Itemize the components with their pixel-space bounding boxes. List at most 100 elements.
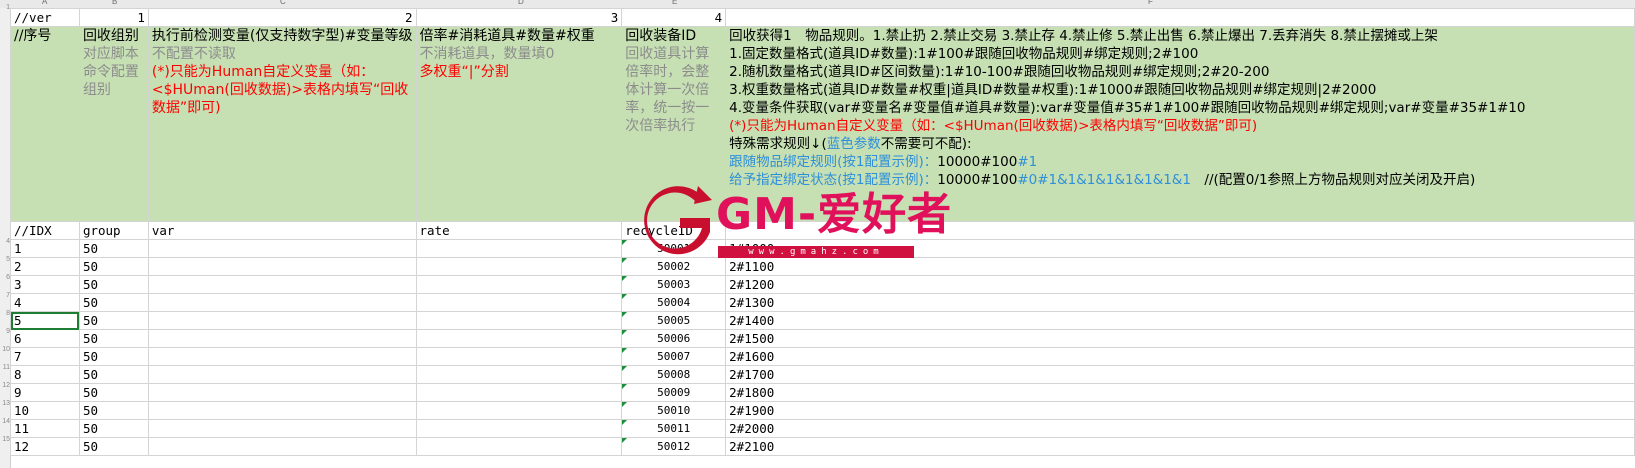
cell-reward[interactable]: 2#1400	[725, 311, 1635, 330]
row-number[interactable]: 13	[0, 400, 10, 407]
cell-recycle[interactable]: 50009	[621, 383, 727, 402]
cell-recycle[interactable]: 50003	[621, 275, 727, 294]
cell-group[interactable]: 50	[78, 437, 149, 456]
cell-group[interactable]: 50	[78, 347, 149, 366]
column-header-d[interactable]: D	[518, 0, 524, 6]
cell-idx[interactable]: 11	[10, 419, 80, 438]
row-number[interactable]: 6	[0, 274, 10, 281]
row-number[interactable]: 9	[0, 328, 10, 335]
row-number[interactable]: 8	[0, 310, 10, 317]
cell-recycle[interactable]: 50010	[621, 401, 727, 420]
cell-idx[interactable]: 2	[10, 257, 80, 276]
cell-idx[interactable]: 4	[10, 293, 80, 312]
cell[interactable]: rate	[415, 221, 623, 240]
cell-var[interactable]	[147, 293, 417, 312]
cell[interactable]: //ver	[10, 8, 80, 27]
cell-recycle[interactable]: 50012	[621, 437, 727, 456]
cell-reward[interactable]: 2#1700	[725, 365, 1635, 384]
cell-reward[interactable]: 2#1800	[725, 383, 1635, 402]
cell-recycle[interactable]: 50005	[621, 311, 727, 330]
cell-idx[interactable]: 3	[10, 275, 80, 294]
cell-var[interactable]	[147, 329, 417, 348]
cell-group[interactable]: 50	[78, 275, 149, 294]
cell-recycle[interactable]: 50004	[621, 293, 727, 312]
cell-reward[interactable]: 2#1200	[725, 275, 1635, 294]
cell-reward[interactable]: 2#1300	[725, 293, 1635, 312]
cell-var[interactable]	[147, 437, 417, 456]
cell-idx[interactable]: 8	[10, 365, 80, 384]
header-cell-var[interactable]: 执行前检测变量(仅支持数字型)#变量等级 不配置不读取 (*)只能为Human自…	[147, 26, 417, 222]
cell-rate[interactable]	[415, 419, 623, 438]
header-cell-group[interactable]: 回收组别 对应脚本命令配置组别	[78, 26, 149, 222]
cell-rate[interactable]	[415, 437, 623, 456]
column-header-f[interactable]: F	[1148, 0, 1153, 6]
cell[interactable]: var	[147, 221, 417, 240]
cell-group[interactable]: 50	[78, 365, 149, 384]
cell-recycle[interactable]: 50011	[621, 419, 727, 438]
column-header-a[interactable]: A	[42, 0, 47, 6]
row-number[interactable]: 10	[0, 346, 10, 353]
cell-rate[interactable]	[415, 293, 623, 312]
cell-var[interactable]	[147, 365, 417, 384]
cell-group[interactable]: 50	[78, 419, 149, 438]
row-number[interactable]: 5	[0, 256, 10, 263]
cell-reward[interactable]: 2#2000	[725, 419, 1635, 438]
cell-idx[interactable]: 1	[10, 239, 80, 258]
cell[interactable]: //IDX	[10, 221, 80, 240]
column-header-c[interactable]: C	[280, 0, 286, 6]
cell[interactable]: 1	[78, 8, 149, 27]
row-number[interactable]: 1	[0, 4, 10, 11]
row-number[interactable]: 4	[0, 238, 10, 245]
cell-recycle[interactable]: 50006	[621, 329, 727, 348]
cell-idx-selected[interactable]: 5	[10, 311, 80, 330]
cell-idx[interactable]: 10	[10, 401, 80, 420]
column-header-b[interactable]: B	[112, 0, 117, 6]
cell-var[interactable]	[147, 239, 417, 258]
cell-var[interactable]	[147, 257, 417, 276]
cell-rate[interactable]	[415, 239, 623, 258]
cell-recycle[interactable]: 50007	[621, 347, 727, 366]
cell-var[interactable]	[147, 275, 417, 294]
cell-group[interactable]: 50	[78, 383, 149, 402]
cell-idx[interactable]: 6	[10, 329, 80, 348]
cell[interactable]: 4	[621, 8, 727, 27]
cell-var[interactable]	[147, 419, 417, 438]
cell-recycle[interactable]: 50008	[621, 365, 727, 384]
cell-group[interactable]: 50	[78, 311, 149, 330]
cell[interactable]: 2	[147, 8, 417, 27]
cell-group[interactable]: 50	[78, 257, 149, 276]
cell-rate[interactable]	[415, 365, 623, 384]
cell-rate[interactable]	[415, 383, 623, 402]
cell-rate[interactable]	[415, 329, 623, 348]
cell-var[interactable]	[147, 383, 417, 402]
cell-rate[interactable]	[415, 401, 623, 420]
cell-group[interactable]: 50	[78, 239, 149, 258]
cell-reward[interactable]: 2#2100	[725, 437, 1635, 456]
row-number[interactable]: 7	[0, 292, 10, 299]
header-cell-rate[interactable]: 倍率#消耗道具#数量#权重 不消耗道具，数量填0 多权重“|”分割	[415, 26, 623, 222]
row-number[interactable]: 11	[0, 364, 10, 371]
cell[interactable]	[725, 8, 1635, 27]
cell-reward[interactable]: 2#1600	[725, 347, 1635, 366]
cell-rate[interactable]	[415, 311, 623, 330]
cell[interactable]: group	[78, 221, 149, 240]
cell-group[interactable]: 50	[78, 329, 149, 348]
cell-idx[interactable]: 9	[10, 383, 80, 402]
cell-group[interactable]: 50	[78, 401, 149, 420]
header-cell-index[interactable]: //序号	[10, 26, 80, 222]
cell-idx[interactable]: 7	[10, 347, 80, 366]
cell-group[interactable]: 50	[78, 293, 149, 312]
cell-var[interactable]	[147, 401, 417, 420]
cell-rate[interactable]	[415, 257, 623, 276]
cell-rate[interactable]	[415, 275, 623, 294]
row-number[interactable]: 12	[0, 382, 10, 389]
cell-var[interactable]	[147, 347, 417, 366]
cell-idx[interactable]: 12	[10, 437, 80, 456]
cell-reward[interactable]: 2#1900	[725, 401, 1635, 420]
cell[interactable]: 3	[415, 8, 623, 27]
column-header-e[interactable]: E	[672, 0, 677, 6]
cell-reward[interactable]: 2#1500	[725, 329, 1635, 348]
row-number[interactable]: 14	[0, 418, 10, 425]
cell-rate[interactable]	[415, 347, 623, 366]
cell-var[interactable]	[147, 311, 417, 330]
